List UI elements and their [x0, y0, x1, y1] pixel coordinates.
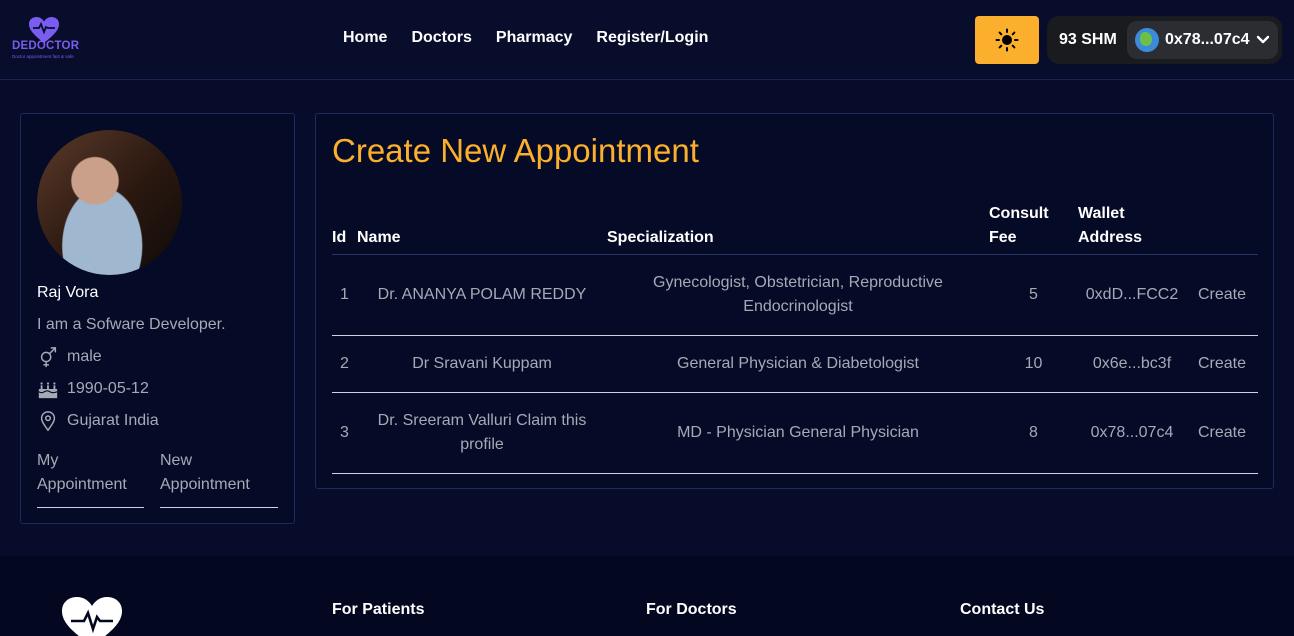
nav-doctors[interactable]: Doctors [411, 29, 471, 47]
doctor-fee: 8 [989, 392, 1078, 474]
profile-location-row: Gujarat India [37, 410, 159, 432]
column-header-name: Name [357, 202, 607, 255]
doctor-wallet: 0x78...07c4 [1078, 392, 1186, 474]
chevron-down-icon [1256, 35, 1269, 44]
doctor-fee: 10 [989, 335, 1078, 393]
column-header-wallet: Wallet Address [1078, 202, 1186, 255]
profile-birthday-row: 1990-05-12 [37, 378, 149, 400]
brand-logo[interactable]: DEDOCTOR Doctor appointment fast & safe [10, 16, 80, 64]
doctor-specialization: General Physician & Diabetologist [607, 335, 989, 393]
doctor-wallet: 0xdD...FCC2 [1078, 254, 1186, 336]
globe-avatar-icon [1135, 28, 1159, 52]
column-header-specialization: Specialization [607, 202, 989, 255]
heart-pulse-icon [62, 597, 122, 636]
gender-icon [40, 347, 57, 368]
footer-for-doctors: For Doctors [646, 601, 737, 618]
wallet-balance[interactable]: 93 SHM [1059, 31, 1117, 49]
create-appointment-button[interactable]: Create [1186, 335, 1258, 393]
brand-tagline: Doctor appointment fast & safe [12, 54, 74, 59]
footer: For Patients For Doctors Contact Us [0, 556, 1294, 636]
doctor-id: 2 [332, 335, 357, 393]
create-appointment-button[interactable]: Create [1186, 254, 1258, 336]
brand-name: DEDOCTOR [12, 40, 80, 52]
footer-contact-us: Contact Us [960, 601, 1045, 618]
profile-card: Raj Vora I am a Sofware Developer. male … [20, 113, 295, 524]
column-header-fee: Consult Fee [989, 202, 1078, 255]
doctor-id: 1 [332, 254, 357, 336]
profile-gender: male [67, 348, 102, 365]
create-appointment-card: Create New Appointment Id Name Specializ… [315, 113, 1274, 489]
create-appointment-button[interactable]: Create [1186, 392, 1258, 474]
profile-birthday: 1990-05-12 [67, 380, 149, 397]
footer-for-patients: For Patients [332, 601, 425, 618]
table-row: 1 Dr. ANANYA POLAM REDDY Gynecologist, O… [332, 254, 1258, 336]
sun-icon [995, 28, 1019, 52]
doctors-table: Id Name Specialization Consult Fee Walle… [332, 202, 1258, 474]
doctor-name: Dr Sravani Kuppam [357, 335, 607, 393]
birthday-cake-icon [38, 382, 58, 399]
column-header-id: Id [332, 202, 357, 255]
doctor-name: Dr. ANANYA POLAM REDDY [357, 254, 607, 336]
page-title: Create New Appointment [332, 132, 699, 169]
wallet-widget: 93 SHM 0x78...07c4 [1047, 16, 1282, 64]
my-appointment-link[interactable]: My Appointment [37, 449, 144, 508]
wallet-address: 0x78...07c4 [1165, 31, 1250, 48]
doctor-id: 3 [332, 392, 357, 474]
main-nav: Home Doctors Pharmacy Register/Login [343, 29, 708, 47]
account-button[interactable]: 0x78...07c4 [1127, 21, 1278, 59]
profile-bio: I am a Sofware Developer. [37, 316, 226, 333]
nav-pharmacy[interactable]: Pharmacy [496, 29, 573, 47]
doctor-specialization: MD - Physician General Physician [607, 392, 989, 474]
new-appointment-link[interactable]: New Appointment [160, 449, 278, 508]
theme-toggle-button[interactable] [975, 16, 1039, 64]
doctor-name: Dr. Sreeram Valluri Claim this profile [357, 392, 607, 474]
doctor-specialization: Gynecologist, Obstetrician, Reproductive… [607, 254, 989, 336]
avatar [37, 130, 182, 275]
location-pin-icon [40, 411, 56, 432]
column-header-action [1186, 202, 1258, 255]
profile-gender-row: male [37, 346, 102, 368]
profile-location: Gujarat India [67, 412, 159, 429]
top-header: DEDOCTOR Doctor appointment fast & safe … [0, 0, 1294, 80]
profile-links: My Appointment New Appointment [37, 449, 279, 508]
doctor-wallet: 0x6e...bc3f [1078, 335, 1186, 393]
table-row: 3 Dr. Sreeram Valluri Claim this profile… [332, 392, 1258, 474]
doctor-fee: 5 [989, 254, 1078, 336]
table-header-row: Id Name Specialization Consult Fee Walle… [332, 202, 1258, 255]
nav-home[interactable]: Home [343, 29, 387, 47]
profile-name: Raj Vora [37, 284, 99, 301]
table-row: 2 Dr Sravani Kuppam General Physician & … [332, 335, 1258, 393]
nav-register-login[interactable]: Register/Login [596, 29, 708, 47]
